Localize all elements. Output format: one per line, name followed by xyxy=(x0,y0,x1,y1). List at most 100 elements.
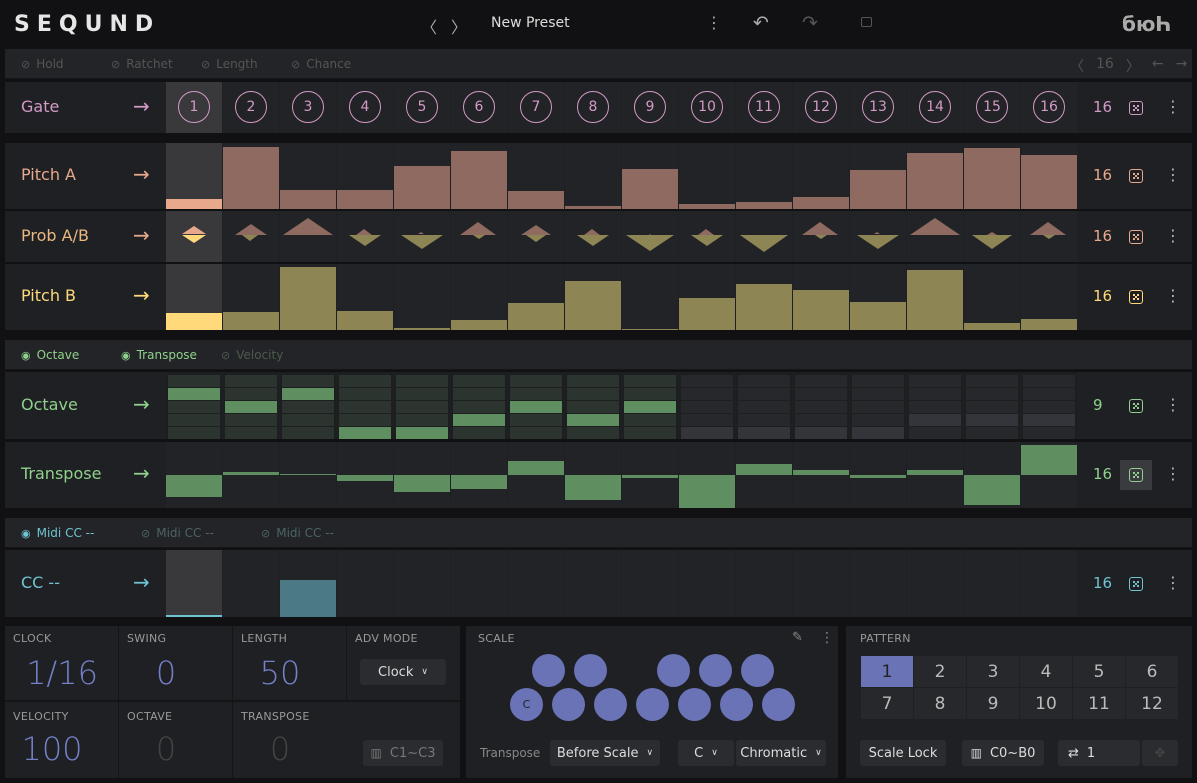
tab-midi-cc-[interactable]: ◉ Midi CC -- xyxy=(21,526,94,540)
octave-slot[interactable] xyxy=(510,375,562,387)
step-cell[interactable] xyxy=(850,442,906,508)
step-cell[interactable] xyxy=(565,143,621,209)
scale-lock-button[interactable]: Scale Lock xyxy=(860,740,946,766)
octave-slot[interactable] xyxy=(909,388,961,400)
octave-slot[interactable] xyxy=(681,401,733,413)
pattern-slot[interactable]: 6 xyxy=(1126,656,1178,687)
octave-slot[interactable] xyxy=(795,427,847,439)
scale-note-black[interactable] xyxy=(699,654,732,687)
arrow-right-icon[interactable]: → xyxy=(133,461,150,485)
step-cell[interactable] xyxy=(166,211,222,262)
step-cell[interactable] xyxy=(223,442,279,508)
step-cell[interactable] xyxy=(622,264,678,330)
gate-step-toggle[interactable]: 3 xyxy=(292,91,324,123)
move-handle-icon[interactable]: ✥ xyxy=(1142,740,1178,766)
pattern-slot[interactable]: 9 xyxy=(967,688,1019,719)
step-cell[interactable] xyxy=(223,372,279,439)
step-cell[interactable] xyxy=(679,550,735,617)
pattern-slot[interactable]: 4 xyxy=(1020,656,1072,687)
octave-slot[interactable] xyxy=(966,401,1018,413)
octave-slot[interactable] xyxy=(168,427,220,439)
octave-slot[interactable] xyxy=(681,414,733,426)
step-cell[interactable] xyxy=(394,143,450,209)
scale-note-white[interactable] xyxy=(720,688,753,721)
step-cell[interactable] xyxy=(565,264,621,330)
octave-slot[interactable] xyxy=(909,401,961,413)
octave-slot[interactable] xyxy=(396,375,448,387)
tab-velocity[interactable]: ⊘ Velocity xyxy=(221,348,283,362)
step-cell[interactable] xyxy=(337,442,393,508)
step-cell[interactable] xyxy=(964,550,1020,617)
prev-preset-icon[interactable]: 〈 xyxy=(421,14,437,38)
gate-step-toggle[interactable]: 10 xyxy=(691,91,723,123)
step-cell[interactable]: 1 xyxy=(166,82,222,133)
step-cell[interactable] xyxy=(280,264,336,330)
step-cell[interactable] xyxy=(337,372,393,439)
octave-slot[interactable] xyxy=(795,414,847,426)
octave-slot[interactable] xyxy=(852,388,904,400)
length-value[interactable]: 16 xyxy=(1096,56,1114,76)
gate-step-toggle[interactable]: 6 xyxy=(463,91,495,123)
step-cell[interactable] xyxy=(223,143,279,209)
octave-slot[interactable] xyxy=(339,414,391,426)
lock-icon[interactable] xyxy=(861,17,872,27)
scale-note-white[interactable] xyxy=(762,688,795,721)
tab-midi-cc-[interactable]: ⊘ Midi CC -- xyxy=(261,526,334,540)
dice-icon[interactable] xyxy=(1129,290,1143,304)
octave-slot[interactable] xyxy=(852,414,904,426)
octave-slot[interactable] xyxy=(453,375,505,387)
octave-slot[interactable] xyxy=(738,427,790,439)
octave-slot[interactable] xyxy=(282,375,334,387)
gate-step-toggle[interactable]: 4 xyxy=(349,91,381,123)
octave-slot[interactable] xyxy=(624,375,676,387)
octave-slot[interactable] xyxy=(852,401,904,413)
octave-slot[interactable] xyxy=(909,414,961,426)
step-cell[interactable] xyxy=(394,372,450,439)
arrow-right-icon[interactable]: → xyxy=(133,94,150,118)
octave-slot[interactable] xyxy=(282,414,334,426)
step-cell[interactable] xyxy=(451,211,507,262)
step-cell[interactable] xyxy=(280,550,336,617)
step-cell[interactable] xyxy=(793,211,849,262)
dice-icon[interactable] xyxy=(1129,398,1143,413)
note-range-button[interactable]: ▥ C1~C3 xyxy=(363,740,443,766)
gate-step-toggle[interactable]: 12 xyxy=(805,91,837,123)
transpose-mode-select[interactable]: Before Scale ∨ xyxy=(550,740,660,766)
clock-value[interactable]: 1/16 xyxy=(5,654,119,692)
octave-slot[interactable] xyxy=(510,427,562,439)
octave-slot[interactable] xyxy=(681,427,733,439)
step-cell[interactable] xyxy=(280,372,336,439)
gate-step-toggle[interactable]: 9 xyxy=(634,91,666,123)
step-cell[interactable] xyxy=(793,143,849,209)
step-cell[interactable] xyxy=(166,372,222,439)
step-cell[interactable] xyxy=(337,264,393,330)
octave-slot[interactable] xyxy=(1023,375,1075,387)
step-cell[interactable] xyxy=(166,442,222,508)
step-count[interactable]: 16 xyxy=(1093,227,1112,245)
step-cell[interactable] xyxy=(508,550,564,617)
step-cell[interactable]: 4 xyxy=(337,82,393,133)
pattern-slot[interactable]: 5 xyxy=(1073,656,1125,687)
octave-slot[interactable] xyxy=(168,414,220,426)
octave-slot[interactable] xyxy=(852,427,904,439)
step-cell[interactable] xyxy=(850,143,906,209)
step-cell[interactable]: 9 xyxy=(622,82,678,133)
octave-slot[interactable] xyxy=(567,427,619,439)
octave-slot[interactable] xyxy=(282,401,334,413)
octave-slot[interactable] xyxy=(738,388,790,400)
step-cell[interactable] xyxy=(1021,372,1077,439)
arrow-right-icon[interactable]: → xyxy=(133,570,150,594)
step-cell[interactable]: 2 xyxy=(223,82,279,133)
preset-name[interactable]: New Preset xyxy=(491,15,570,31)
length-value[interactable]: 50 xyxy=(223,654,337,692)
scale-note-black[interactable] xyxy=(532,654,565,687)
arrow-right-icon[interactable]: → xyxy=(133,392,150,416)
octave-slot[interactable] xyxy=(225,401,277,413)
step-cell[interactable]: 16 xyxy=(1021,82,1077,133)
dice-icon[interactable] xyxy=(1129,169,1143,183)
step-cell[interactable] xyxy=(850,550,906,617)
octave-slot[interactable] xyxy=(225,388,277,400)
step-cell[interactable] xyxy=(508,372,564,439)
more-menu-icon[interactable]: ⋮ xyxy=(1165,395,1181,414)
octave-slot[interactable] xyxy=(738,414,790,426)
